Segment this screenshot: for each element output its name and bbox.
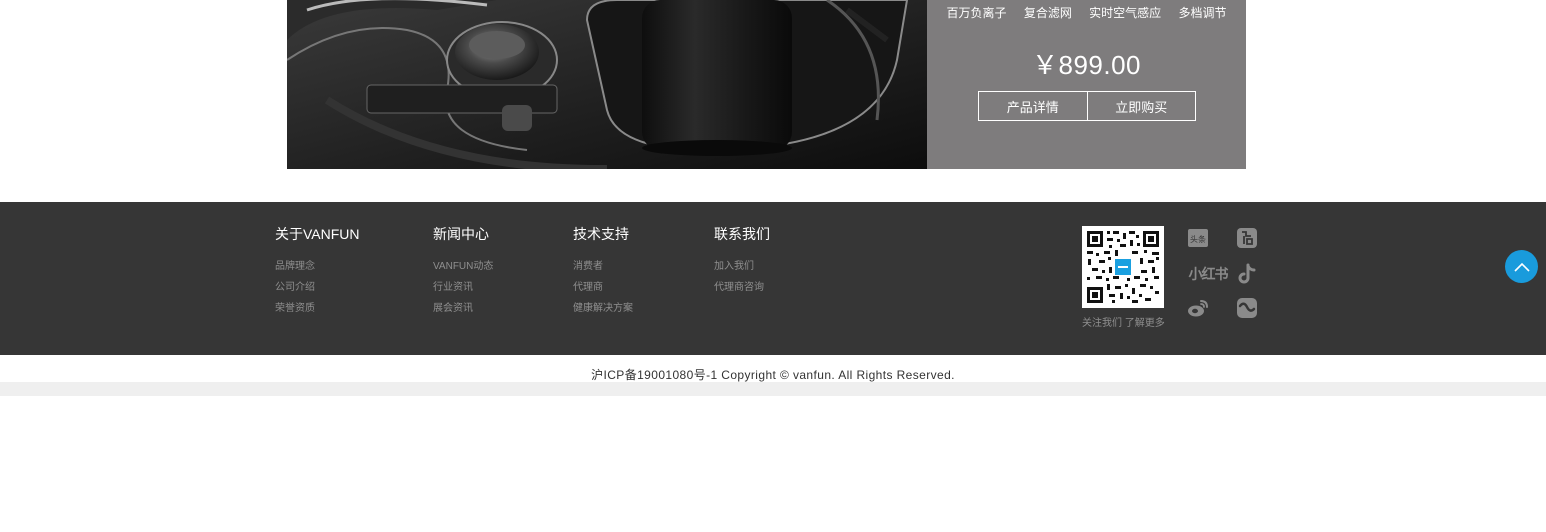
footer-link[interactable]: 代理商咨询 (714, 277, 770, 298)
xiaohongshu-icon[interactable]: 小红书 (1186, 262, 1230, 286)
site-footer: 关于VANFUN 品牌理念 公司介绍 荣誉资质 新闻中心 VANFUN动态 行业… (0, 202, 1546, 355)
product-price: ￥899.00 (1031, 50, 1142, 80)
footer-link[interactable]: 荣誉资质 (275, 298, 360, 319)
chevron-up-icon (1513, 262, 1530, 272)
weibo-icon[interactable] (1186, 296, 1210, 320)
footer-column-support: 技术支持 消费者 代理商 健康解决方案 (573, 224, 633, 319)
toutiao-icon[interactable]: 头条 (1186, 226, 1210, 250)
feature-item: 多档调节 (1178, 6, 1227, 20)
xiaohongshu-label: 小红书 (1188, 267, 1229, 283)
footer-column-news: 新闻中心 VANFUN动态 行业资讯 展会资讯 (433, 224, 493, 319)
footer-column-title[interactable]: 关于VANFUN (275, 224, 360, 244)
product-info-panel: 百万负离子 复合滤网 实时空气感应 多档调节 ￥899.00 产品详情 立即购买 (927, 0, 1246, 169)
footer-link[interactable]: 行业资讯 (433, 277, 493, 298)
footer-column-title[interactable]: 技术支持 (573, 224, 633, 244)
qr-code-icon (1082, 226, 1164, 308)
qr-code (1082, 226, 1164, 308)
qr-code-block: 关注我们 了解更多 (1082, 226, 1165, 329)
footer-column-title[interactable]: 联系我们 (714, 224, 770, 244)
feature-item: 复合滤网 (1023, 6, 1072, 20)
buy-now-button[interactable]: 立即购买 (1086, 92, 1196, 120)
product-image (287, 0, 927, 169)
feature-item: 实时空气感应 (1089, 6, 1162, 20)
wave-logo-icon[interactable] (1235, 296, 1259, 320)
footer-link[interactable]: 公司介绍 (275, 277, 360, 298)
bottom-band (0, 382, 1546, 396)
toutiao-label: 头条 (1190, 234, 1206, 244)
footer-link[interactable]: 品牌理念 (275, 256, 360, 277)
feature-item: 百万负离子 (946, 6, 1007, 20)
douyin-icon[interactable] (1235, 262, 1259, 286)
footer-link[interactable]: 展会资讯 (433, 298, 493, 319)
social-links: 头条 小红书 (1186, 226, 1262, 322)
footer-column-title[interactable]: 新闻中心 (433, 224, 493, 244)
footer-link[interactable]: 加入我们 (714, 256, 770, 277)
product-detail-button[interactable]: 产品详情 (979, 92, 1087, 120)
qr-caption: 关注我们 了解更多 (1082, 318, 1165, 329)
footer-column-contact: 联系我们 加入我们 代理商咨询 (714, 224, 770, 298)
footer-link[interactable]: 代理商 (573, 277, 633, 298)
product-card: 百万负离子 复合滤网 实时空气感应 多档调节 ￥899.00 产品详情 立即购买 (287, 0, 1246, 169)
back-to-top-button[interactable] (1505, 250, 1538, 283)
car-interior-photo (287, 0, 927, 169)
baijiahao-icon[interactable] (1235, 226, 1259, 250)
footer-link[interactable]: 消费者 (573, 256, 633, 277)
feature-list: 百万负离子 复合滤网 实时空气感应 多档调节 (927, 4, 1246, 21)
product-actions: 产品详情 立即购买 (978, 91, 1196, 121)
footer-column-about: 关于VANFUN 品牌理念 公司介绍 荣誉资质 (275, 224, 360, 319)
copyright-text: 沪ICP备19001080号-1 Copyright © vanfun. All… (591, 368, 955, 382)
footer-link[interactable]: 健康解决方案 (573, 298, 633, 319)
footer-link[interactable]: VANFUN动态 (433, 256, 493, 277)
